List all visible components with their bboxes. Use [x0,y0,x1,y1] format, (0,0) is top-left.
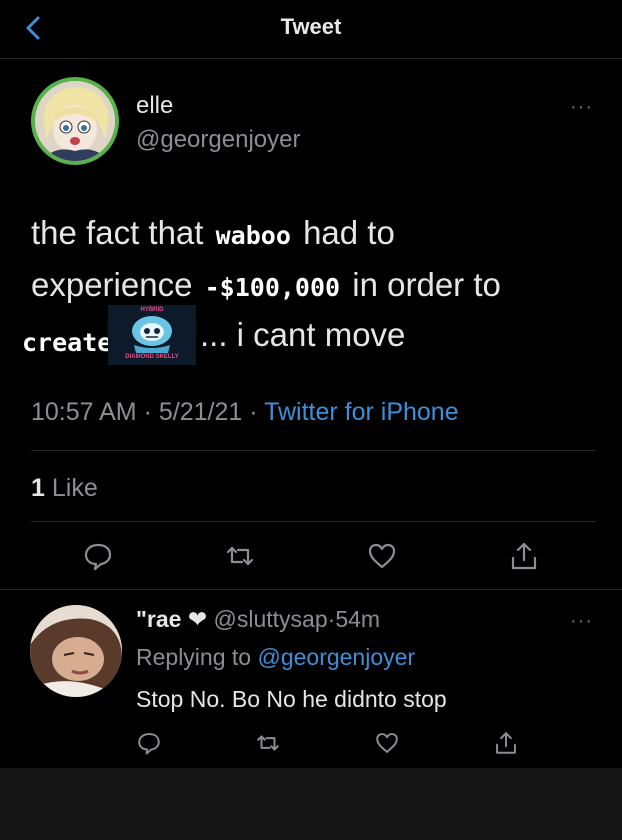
reply-icon[interactable] [82,540,114,572]
replying-to: Replying to @georgenjoyer [136,644,415,671]
divider [31,450,596,451]
reply-more-icon[interactable]: ··· [570,610,593,633]
reply-header: "rae ❤ @sluttysap·54m [136,606,380,633]
diamond-skelly-sticker: HYBRID DIAMOND SKELLY [108,305,196,365]
reply-icon[interactable] [136,730,162,756]
reply-age: 54m [335,606,381,632]
tweet-source-link[interactable]: Twitter for iPhone [264,398,459,426]
overlay-caption-waboo: waboo [212,221,294,250]
replying-to-label: Replying to [136,644,252,670]
reply-author-name[interactable]: "rae [136,606,181,632]
author-name[interactable]: elle [136,92,173,120]
tweet-text-segment: had to [303,214,395,251]
retweet-icon[interactable] [255,730,281,756]
tweet-text-segment: experience [31,266,193,303]
heart-emoji: ❤ [187,606,208,632]
meta-separator: · [143,398,159,426]
tweet-text-segment: in order to [352,266,501,303]
divider [31,521,596,522]
overlay-caption-create: create [20,328,115,357]
retweet-icon[interactable] [224,540,256,572]
reply-author-handle[interactable]: @sluttysap [214,606,328,632]
overlay-caption-amount: -$100,000 [201,273,344,302]
reply-author-avatar[interactable] [30,605,122,697]
replying-to-handle[interactable]: @georgenjoyer [257,644,415,670]
tweet-line-2: experience -$100,000 in order to [31,266,501,303]
like-label: Like [51,474,98,502]
author-avatar[interactable] [31,77,119,165]
share-icon[interactable] [493,730,519,756]
reply-text: Stop No. Bo No he didnto stop [136,686,447,712]
tweet-text-segment: the fact that [31,214,204,251]
tweet-line-3: ... i cant move [200,316,406,353]
tweet-meta: 10:57 AM · 5/21/21 · Twitter for iPhone [31,398,459,427]
like-count: 1 [31,474,45,502]
likes-count-row[interactable]: 1 Like [31,474,98,503]
like-icon[interactable] [366,540,398,572]
page-title: Tweet [280,14,342,39]
author-handle[interactable]: @georgenjoyer [136,126,300,154]
tweet-date: 5/21/21 [158,398,243,426]
bottom-bar [0,768,622,840]
sticker-bottom-label: DIAMOND SKELLY [125,354,179,360]
tweet-line-1: the fact that waboo had to [31,214,395,251]
like-icon[interactable] [374,730,400,756]
share-icon[interactable] [508,540,540,572]
more-icon[interactable]: ··· [570,96,593,119]
divider [0,589,622,590]
meta-separator: · [249,398,265,426]
tweet-time: 10:57 AM [31,398,137,426]
